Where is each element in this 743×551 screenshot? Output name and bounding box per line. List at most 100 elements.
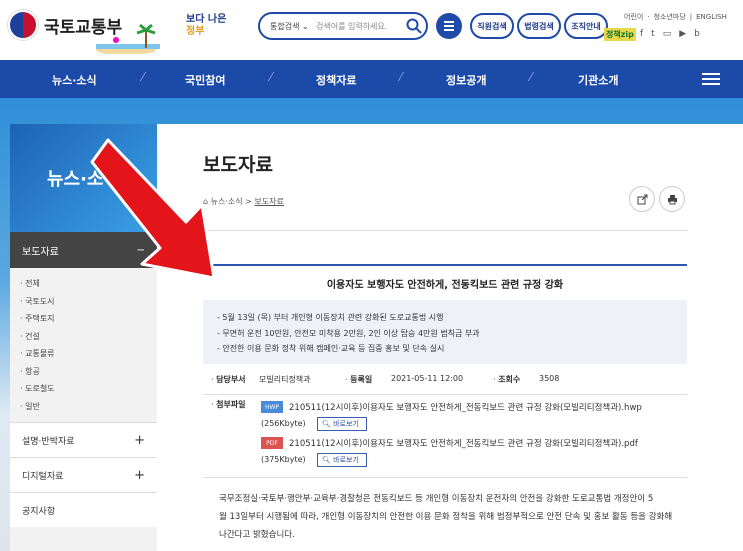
breadcrumb-news[interactable]: 뉴스·소식 xyxy=(211,197,243,206)
nav-item-policy[interactable]: 정책자료 xyxy=(316,72,356,88)
nav-item-about[interactable]: 기관소개 xyxy=(578,72,618,88)
law-search-button[interactable]: 법령검색 xyxy=(517,13,561,39)
nav-divider: ⁄ xyxy=(400,70,403,84)
date-label: · 등록일 xyxy=(345,375,373,384)
body-line: 월 13일부터 시행됨에 따라, 개인형 이동장치의 안전한 이용 문화 정착을… xyxy=(219,512,673,522)
dept-value: 모빌리티정책과 xyxy=(259,375,311,384)
sidebar-item-press-release[interactable]: 보도자료 − xyxy=(10,232,157,268)
sidebar-subitem-label: 항공 xyxy=(25,366,40,376)
sidebar-subitem-label: 도로철도 xyxy=(25,384,55,393)
sidebar-subitem-construction[interactable]: · 건설 xyxy=(20,331,157,349)
nav-item-participation[interactable]: 국민참여 xyxy=(185,72,225,88)
policy-zip-link[interactable]: 정책zip xyxy=(604,28,636,41)
search-scope-select[interactable]: 통합검색 ⌄ xyxy=(260,21,316,32)
nav-divider: ⁄ xyxy=(142,70,145,84)
sidebar-subitem-label: 교통물류 xyxy=(25,349,55,358)
top-link-english[interactable]: ENGLISH xyxy=(696,13,727,21)
summary-line: - 5월 13일 (목) 부터 개인형 이동장치 관련 강화된 도로교통법 시행 xyxy=(217,313,444,322)
sidebar-item-label: 설명·반박자료 xyxy=(22,436,75,447)
body-line: 나간다고 밝혔습니다. xyxy=(219,530,295,540)
slogan-line-2: 정부 xyxy=(186,26,205,37)
top-link-divider: · xyxy=(647,13,650,21)
sidebar-submenu: · 전체 · 국토도시 · 주택토지 · 건설 · 교통물류 · 항공 · 도로… xyxy=(10,268,157,422)
chevron-down-icon: ⌄ xyxy=(302,21,309,31)
preview-button[interactable]: 🔍︎ 바로보기 xyxy=(317,417,367,431)
sidebar-subitem-label: 주택토지 xyxy=(25,314,55,323)
summary-line: - 무면허 운전 10만원, 안전모 미착용 2만원, 2인 이상 탑승 4만원… xyxy=(217,328,480,338)
sidebar-subitem-label: 건설 xyxy=(25,331,40,341)
article-body: 국무조정실·국토부·행안부·교육부·경찰청은 전동킥보드 등 개인형 이동장치 … xyxy=(219,490,679,544)
nav-divider: ⁄ xyxy=(530,70,533,84)
sidebar-item-label: 보도자료 xyxy=(22,246,59,258)
beach-illustration-icon xyxy=(96,23,160,54)
print-icon[interactable] xyxy=(659,186,685,212)
chat-icon[interactable]: ▭ xyxy=(663,29,672,39)
sidebar-subitem-general[interactable]: · 일반 xyxy=(20,401,157,419)
body-line: 국무조정실·국토부·행안부·교육부·경찰청은 전동킥보드 등 개인형 이동장치 … xyxy=(219,494,654,504)
views-value: 3508 xyxy=(539,374,560,383)
youtube-icon[interactable]: ▶ xyxy=(679,29,686,39)
nav-item-news[interactable]: 뉴스·소식 xyxy=(52,72,97,88)
search-bar: 통합검색 ⌄ 검색어를 입력하세요. xyxy=(258,12,428,40)
sidebar-item-label: 공지사항 xyxy=(22,506,56,517)
preview-button[interactable]: 🔍︎ 바로보기 xyxy=(317,453,367,467)
sidebar-subitem-label: 일반 xyxy=(25,401,40,411)
sidebar-subitem-urban[interactable]: · 국토도시 xyxy=(20,296,157,314)
home-icon[interactable]: ⌂ xyxy=(203,197,208,206)
share-icon[interactable] xyxy=(629,186,655,212)
slogan-line-1: 보다 나은 xyxy=(186,14,227,25)
expand-icon: + xyxy=(134,467,145,483)
search-icon: 🔍︎ xyxy=(322,456,331,464)
sidebar-subitem-all[interactable]: · 전체 xyxy=(20,278,157,296)
breadcrumb: ⌂ 뉴스·소식 > 보도자료 xyxy=(203,196,284,207)
preview-button-label: 바로보기 xyxy=(333,456,359,464)
page-title: 보도자료 xyxy=(203,154,273,176)
staff-search-button[interactable]: 직원검색 xyxy=(470,13,514,39)
file-size: (375Kbyte) xyxy=(261,455,306,464)
search-input[interactable]: 검색어를 입력하세요. xyxy=(316,21,402,32)
sidebar-subitem-label: 국토도시 xyxy=(25,296,55,306)
attachment-link[interactable]: 210511(12시이후)이용자도 보행자도 안전하게_전동킥보드 관련 규정 … xyxy=(289,401,642,413)
twitter-icon[interactable]: t xyxy=(651,29,655,39)
site-header: 국토교통부 보다 나은 정부 통합검색 ⌄ 검색어를 입력하세요. 직원검색 법… xyxy=(0,0,743,60)
date-value: 2021-05-11 12:00 xyxy=(391,374,464,383)
sidebar-item-explanation[interactable]: 설명·반박자료 + xyxy=(10,422,157,457)
search-icon[interactable] xyxy=(402,14,426,38)
sidebar: 보도자료 − · 전체 · 국토도시 · 주택토지 · 건설 · 교통물류 · … xyxy=(10,232,157,551)
expand-icon: + xyxy=(134,432,145,448)
search-scope-label: 통합검색 xyxy=(270,21,300,31)
preview-button-label: 바로보기 xyxy=(333,420,359,428)
sidebar-item-notice[interactable]: 공지사항 xyxy=(10,492,157,527)
organization-button[interactable]: 조직안내 xyxy=(564,13,608,39)
article-summary: - 5월 13일 (목) 부터 개인형 이동장치 관련 강화된 도로교통법 시행… xyxy=(203,300,687,364)
sidebar-subitem-logistics[interactable]: · 교통물류 xyxy=(20,348,157,366)
breadcrumb-press[interactable]: 보도자료 xyxy=(254,197,283,206)
sidebar-subitem-housing[interactable]: · 주택토지 xyxy=(20,313,157,331)
top-link-kids[interactable]: 어린이 xyxy=(624,13,643,21)
top-link-youth[interactable]: 청소년마당 xyxy=(654,13,686,21)
views-label: · 조회수 xyxy=(493,375,521,384)
blog-icon[interactable]: b xyxy=(694,29,700,39)
nav-item-info[interactable]: 정보공개 xyxy=(446,72,486,88)
hamburger-menu-icon[interactable] xyxy=(694,66,726,92)
main-content: 보도자료 ⌂ 뉴스·소식 > 보도자료 이용자도 보행자도 안전하게, 전동킥보… xyxy=(157,124,743,551)
pdf-file-icon: PDF xyxy=(261,437,283,449)
sidebar-item-label: 디지털자료 xyxy=(22,471,64,482)
quick-menu-button[interactable] xyxy=(436,13,462,39)
sidebar-heading: 뉴스·소식 xyxy=(10,124,157,232)
main-nav: 뉴스·소식 ⁄ 국민참여 ⁄ 정책자료 ⁄ 정보공개 ⁄ 기관소개 xyxy=(0,60,743,98)
sidebar-subitem-road-rail[interactable]: · 도로철도 xyxy=(20,383,157,401)
sidebar-item-digital[interactable]: 디지털자료 + xyxy=(10,457,157,492)
attach-label: · 첨부파일 xyxy=(211,400,246,409)
government-slogan: 보다 나은 정부 xyxy=(186,14,246,38)
sidebar-subitem-aviation[interactable]: · 항공 xyxy=(20,366,157,384)
article-title: 이용자도 보행자도 안전하게, 전동킥보드 관련 규정 강화 xyxy=(203,264,687,300)
summary-line: - 안전한 이용 문화 정착 위해 캠페인·교육 등 집중 홍보 및 단속 실시 xyxy=(217,344,445,353)
collapse-icon: − xyxy=(136,244,145,256)
facebook-icon[interactable]: f xyxy=(640,29,643,39)
attachment-link[interactable]: 210511(12시이후)이용자도 보행자도 안전하게_전동킥보드 관련 규정 … xyxy=(289,437,638,449)
top-link-divider: | xyxy=(689,13,693,21)
sidebar-subitem-label: 전체 xyxy=(25,279,40,288)
title-divider xyxy=(203,230,687,231)
hwp-file-icon: HWP xyxy=(261,401,283,413)
